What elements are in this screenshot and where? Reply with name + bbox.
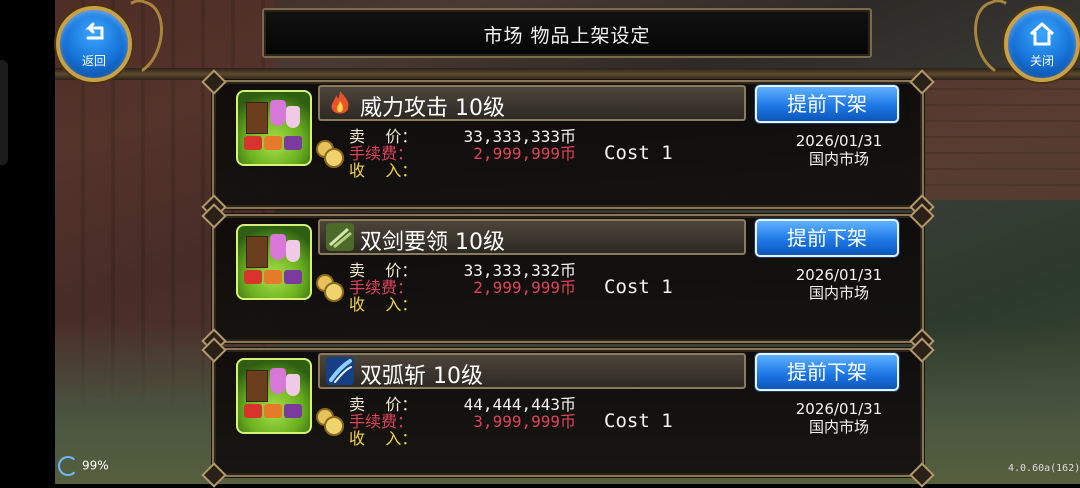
listing-date: 2026/01/31 xyxy=(795,400,883,418)
signal-icon xyxy=(58,456,78,476)
fee-value: 3,999,999币 xyxy=(473,412,576,431)
page-title: 市场 物品上架设定 xyxy=(483,25,651,47)
screen-notch xyxy=(0,60,8,165)
listing-card: 威力攻击 10级 提前下架 卖 价： 33,333,333币 手续费： 2,99… xyxy=(201,69,935,220)
delist-early-button[interactable]: 提前下架 xyxy=(755,219,899,257)
fruit-shape xyxy=(284,136,302,150)
close-label: 关闭 xyxy=(1029,54,1054,68)
listing-list[interactable]: 威力攻击 10级 提前下架 卖 价： 33,333,333币 手续费： 2,99… xyxy=(201,69,935,488)
dress-shape xyxy=(270,368,286,394)
fruit-shape xyxy=(244,404,262,418)
market-stall-icon xyxy=(236,224,312,300)
coins-icon xyxy=(316,408,344,436)
item-name-box: 双弧斩 10级 xyxy=(318,353,746,389)
income-label: 收 入： xyxy=(349,161,418,180)
cost-value: Cost 1 xyxy=(604,410,673,432)
twin-swords-icon xyxy=(326,223,354,251)
market-type: 国内市场 xyxy=(808,284,869,302)
shelf-shape xyxy=(246,370,268,402)
item-name-box: 威力攻击 10级 xyxy=(318,85,746,121)
close-button[interactable]: 关闭 xyxy=(1004,6,1080,82)
fruit-shape xyxy=(244,136,262,150)
market-type: 国内市场 xyxy=(808,418,869,436)
dress-shape xyxy=(286,106,300,128)
fruit-shape xyxy=(284,404,302,418)
back-arrow-icon xyxy=(85,22,104,40)
coins-icon xyxy=(316,274,344,302)
back-button[interactable]: 返回 xyxy=(56,6,132,82)
dress-shape xyxy=(286,374,300,396)
item-name: 双弧斩 10级 xyxy=(360,364,483,389)
dress-shape xyxy=(270,100,286,126)
fruit-shape xyxy=(264,404,282,418)
cost-value: Cost 1 xyxy=(604,276,673,298)
fruit-shape xyxy=(264,136,282,150)
fee-value: 2,999,999币 xyxy=(473,144,576,163)
shelf-shape xyxy=(246,102,268,134)
fruit-shape xyxy=(284,270,302,284)
left-screen-edge xyxy=(0,0,55,484)
delist-early-button[interactable]: 提前下架 xyxy=(755,85,899,123)
battery-status: 99% xyxy=(58,456,109,476)
market-type: 国内市场 xyxy=(808,150,869,168)
battery-level: 99% xyxy=(82,458,109,473)
listing-date: 2026/01/31 xyxy=(795,266,883,284)
dress-shape xyxy=(270,234,286,260)
coins-icon xyxy=(316,140,344,168)
market-stall-icon xyxy=(236,358,312,434)
delist-early-button[interactable]: 提前下架 xyxy=(755,353,899,391)
listing-card: 双剑要领 10级 提前下架 卖 价： 33,333,332币 手续费： 2,99… xyxy=(201,203,935,354)
listing-card: 双弧斩 10级 提前下架 卖 价： 44,444,443币 手续费： 3,999… xyxy=(201,337,935,488)
back-label: 返回 xyxy=(81,54,106,68)
income-label: 收 入： xyxy=(349,295,418,314)
fruit-shape xyxy=(264,270,282,284)
shelf-shape xyxy=(246,236,268,268)
title-bar: 市场 物品上架设定 xyxy=(262,8,872,58)
fee-value: 2,999,999币 xyxy=(473,278,576,297)
income-label: 收 入： xyxy=(349,429,418,448)
fruit-shape xyxy=(244,270,262,284)
item-name: 威力攻击 10级 xyxy=(360,96,505,121)
fire-icon xyxy=(331,91,349,114)
background-building-right xyxy=(910,70,1080,200)
cost-value: Cost 1 xyxy=(604,142,673,164)
item-name-box: 双剑要领 10级 xyxy=(318,219,746,255)
listing-date: 2026/01/31 xyxy=(795,132,883,150)
home-icon xyxy=(1029,22,1055,46)
market-stall-icon xyxy=(236,90,312,166)
dress-shape xyxy=(286,240,300,262)
version-label: 4.0.60a(162) xyxy=(1008,463,1080,474)
slash-icon xyxy=(326,357,354,385)
item-name: 双剑要领 10级 xyxy=(360,230,505,255)
